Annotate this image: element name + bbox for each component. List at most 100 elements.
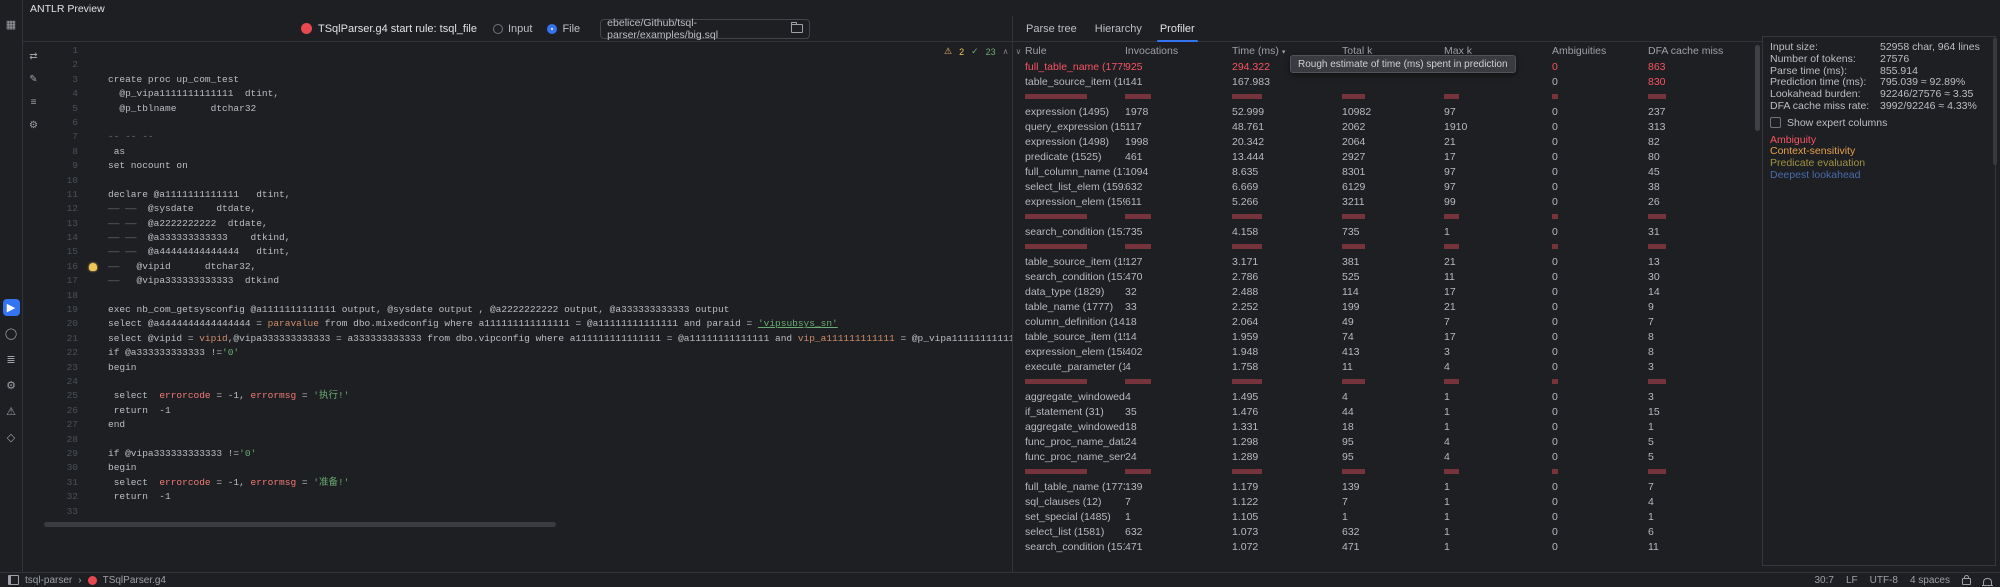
profiler-row[interactable]: query_expression (1527)11748.76120621910… [1013,119,1755,134]
column-header-invocations[interactable]: Invocations [1125,45,1232,57]
profiler-row[interactable]: sql_clauses (12)71.1227104 [1013,494,1755,509]
input-radio[interactable] [493,24,503,34]
bell-icon[interactable] [1983,578,1992,585]
profiler-row[interactable]: set_special (1485)11.1051101 [1013,509,1755,524]
code-text: —— @vipa333333333333 dtkind [108,274,279,288]
code-text: —— @vipid dtchar32, [108,260,256,274]
profiler-row[interactable]: search_condition (1517)4702.78652511030 [1013,269,1755,284]
input-file-path-field[interactable]: ebelice/Github/tsql-parser/examples/big.… [600,19,810,39]
profiler-row[interactable] [1013,239,1755,254]
services-icon[interactable]: ⚙ [3,377,20,394]
warning-count[interactable]: 2 [959,47,964,57]
input-radio-label[interactable]: Input [508,23,532,35]
gutter-icon-zone [78,231,108,245]
tab-parse-tree[interactable]: Parse tree [1017,16,1086,41]
file-radio-label[interactable]: File [562,23,580,35]
profiler-cell: 0 [1552,256,1648,268]
line-ending[interactable]: LF [1846,575,1858,586]
tab-hierarchy[interactable]: Hierarchy [1086,16,1151,41]
line-number: 2 [44,58,78,72]
gutter-icon-zone [78,188,108,202]
profiler-cell: full_column_name (17… [1025,166,1125,178]
breadcrumb-project[interactable]: tsql-parser [25,575,72,586]
profiler-cell: 7 [1125,496,1232,508]
profiler-row[interactable]: expression (1498)199820.342206421082 [1013,134,1755,149]
code-text: begin [108,461,137,475]
notifications-icon[interactable]: ◇ [3,429,20,446]
refresh-icon[interactable]: ⇄ [26,48,42,64]
profiler-cell: 80 [1648,151,1752,163]
profiler-row[interactable]: search_condition (1519)7354.1587351031 [1013,224,1755,239]
profiler-row[interactable]: func_proc_name_data…241.29895405 [1013,434,1755,449]
caret-position[interactable]: 30:7 [1814,575,1833,586]
column-header-dfa-cache-miss[interactable]: DFA cache miss [1648,45,1752,57]
line-number: 6 [44,116,78,130]
code-editor[interactable]: 123create proc up_com_test4 @p_vipa11111… [44,44,1012,530]
profiler-row[interactable]: func_proc_name_serv…241.28995405 [1013,449,1755,464]
project-icon[interactable]: ▦ [3,16,20,33]
lock-icon[interactable] [1962,578,1971,585]
prev-issue-icon[interactable]: ∧ [1003,47,1009,56]
problems-icon[interactable]: ⚠ [3,403,20,420]
profiler-row[interactable]: predicate (1525)46113.444292717080 [1013,149,1755,164]
file-radio[interactable] [547,24,557,34]
profiler-row[interactable]: aggregate_windowed…41.4954103 [1013,389,1755,404]
indent[interactable]: 4 spaces [1910,575,1950,586]
editor-horizontal-scrollbar[interactable] [44,522,556,527]
profiler-row[interactable]: data_type (1829)322.48811417014 [1013,284,1755,299]
profiler-stats-panel: Input size:52958 char, 964 linesNumber o… [1762,36,1996,566]
profiler-row[interactable] [1013,374,1755,389]
encoding[interactable]: UTF-8 [1870,575,1898,586]
profiler-row[interactable]: table_source_item (16…141167.9830830 [1013,74,1755,89]
profiler-row[interactable]: table_source_item (15…1273.17138121013 [1013,254,1755,269]
lightbulb-icon[interactable] [89,263,97,271]
profiler-row[interactable]: select_list_elem (1592)6326.669612997038 [1013,179,1755,194]
commit-icon[interactable]: ◯ [3,325,20,342]
profiler-row[interactable]: full_column_name (17…10948.635830197045 [1013,164,1755,179]
profiler-cell: 0 [1552,106,1648,118]
profiler-row[interactable]: aggregate_windowed…181.33118101 [1013,419,1755,434]
profiler-cell: aggregate_windowed… [1025,421,1125,433]
expert-columns-checkbox[interactable] [1770,117,1781,128]
profiler-row[interactable]: execute_parameter (1…41.75811403 [1013,359,1755,374]
profiler-cell: 1910 [1444,121,1552,133]
code-line: 2 [44,58,1012,72]
tab-profiler[interactable]: Profiler [1151,16,1204,41]
code-text: if @a333333333333 !='0' [108,346,239,360]
stat-row: Input size:52958 char, 964 lines [1770,41,1995,53]
line-number: 26 [44,404,78,418]
profiler-cell: 0 [1552,196,1648,208]
profiler-row[interactable] [1013,464,1755,479]
stat-row: Prediction time (ms):795.039 ≈ 92.89% [1770,76,1995,88]
profiler-cell: 97 [1444,166,1552,178]
profiler-row[interactable]: full_table_name (1773)1391.179139107 [1013,479,1755,494]
profiler-row[interactable]: column_definition (1421)182.06449707 [1013,314,1755,329]
profiler-scrollbar[interactable] [1755,45,1760,131]
profiler-cell: 11 [1648,541,1752,553]
profiler-row[interactable] [1013,209,1755,224]
breadcrumb-file[interactable]: TSqlParser.g4 [103,575,166,586]
profiler-rows: full_table_name (1775)925294.3220863tabl… [1013,59,1755,554]
structure-icon[interactable]: ≣ [3,351,20,368]
settings-icon[interactable]: ⚙ [26,117,42,133]
profiler-row[interactable]: if_statement (31)351.476441015 [1013,404,1755,419]
profiler-row[interactable]: table_source_item (15…141.959741708 [1013,329,1755,344]
profiler-row[interactable]: expression (1495)197852.99910982970237 [1013,104,1755,119]
profiler-cell: 45 [1648,166,1752,178]
folder-icon[interactable] [791,24,803,33]
show-expert-columns-row[interactable]: Show expert columns [1770,117,1995,129]
edit-icon[interactable]: ✎ [26,71,42,87]
profiler-row[interactable] [1013,89,1755,104]
antlr-preview-icon[interactable]: ▶ [3,299,20,316]
profiler-row[interactable]: select_list (1581)6321.073632106 [1013,524,1755,539]
rules-icon[interactable]: ≡ [26,94,42,110]
column-header-rule[interactable]: Rule [1025,45,1125,57]
profiler-row[interactable]: expression_elem (1590)6115.266321199026 [1013,194,1755,209]
code-lines: 123create proc up_com_test4 @p_vipa11111… [44,44,1012,519]
profiler-row[interactable]: table_name (1777)332.2521992109 [1013,299,1755,314]
column-header-ambiguities[interactable]: Ambiguities [1552,45,1648,57]
ok-count[interactable]: 23 [986,47,996,57]
profiler-row[interactable]: search_condition (1516)4711.0724711011 [1013,539,1755,554]
tool-window-toggle-icon[interactable] [8,575,19,585]
profiler-row[interactable]: expression_elem (1589)4021.948413308 [1013,344,1755,359]
